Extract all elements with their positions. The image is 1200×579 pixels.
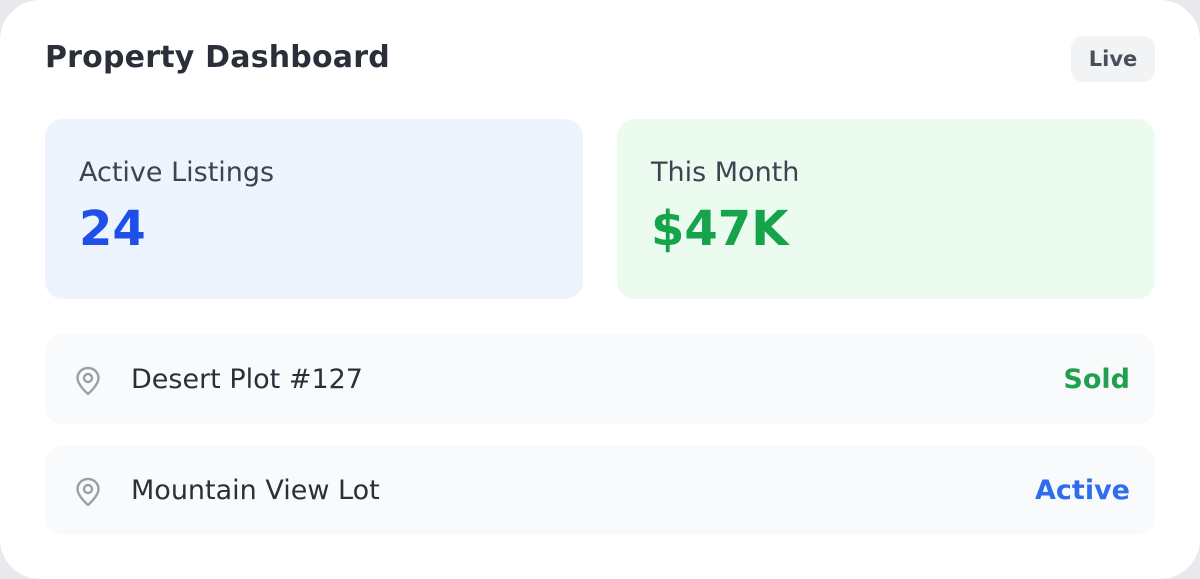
stat-card-active-listings[interactable]: Active Listings 24 [45, 119, 583, 299]
listing-name: Mountain View Lot [131, 475, 380, 506]
stat-card-this-month[interactable]: This Month $47K [617, 119, 1155, 299]
stat-value: $47K [651, 201, 789, 257]
listing-name: Desert Plot #127 [131, 364, 363, 395]
status-label: Active [1035, 475, 1130, 506]
stat-label: This Month [651, 157, 800, 188]
listing-row[interactable]: Desert Plot #127 Sold [45, 334, 1155, 424]
live-badge: Live [1071, 36, 1155, 82]
property-dashboard-card: Property Dashboard Live Active Listings … [0, 0, 1200, 579]
stat-label: Active Listings [79, 157, 275, 188]
page-title: Property Dashboard [45, 40, 390, 75]
stat-value: 24 [79, 201, 146, 257]
map-pin-icon [76, 477, 100, 507]
map-pin-icon [76, 366, 100, 396]
status-label: Sold [1063, 364, 1130, 395]
listing-row[interactable]: Mountain View Lot Active [45, 445, 1155, 535]
